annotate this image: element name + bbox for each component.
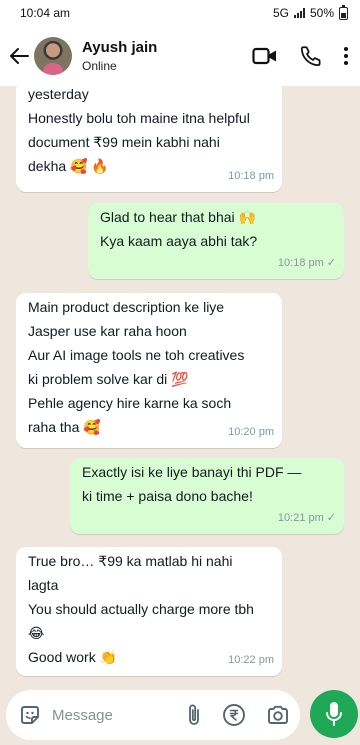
message-line: You should actually charge more tbh [28, 601, 254, 617]
message-line: lagta [28, 577, 59, 593]
read-check-icon: ✓ [326, 512, 336, 524]
message-line: yesterday [28, 86, 89, 102]
message-line: Main product description ke liye [28, 299, 225, 315]
more-icon[interactable] [344, 46, 348, 66]
message-time: 10:22 pm [228, 654, 274, 666]
message-bubble[interactable]: True bro… ₹99 ka matlab hi nahi lagta Yo… [16, 547, 282, 676]
message-line: document ₹99 mein kabhi nahi [28, 134, 220, 150]
mic-icon [326, 702, 342, 726]
sticker-icon[interactable] [18, 703, 42, 727]
battery-label: 50% [309, 6, 334, 20]
signal-icon [293, 8, 305, 18]
message-bubble[interactable]: Glad to hear that bhai 🙌 Kya kaam aaya a… [88, 203, 344, 279]
contact-status: Online [82, 59, 117, 73]
status-indicators: 5G 50% [272, 4, 348, 20]
message-meta: 10:21 pm ✓ [278, 506, 336, 530]
message-line: Glad to hear that bhai 🙌 [100, 209, 256, 225]
message-time: 10:20 pm [228, 426, 274, 438]
composer-actions [186, 703, 290, 727]
message-list: yesterday Honestly bolu toh maine itna h… [0, 86, 360, 681]
attach-icon[interactable] [186, 703, 202, 727]
message-placeholder[interactable]: Message [52, 707, 186, 724]
message-line: Jasper use kar raha hoon [28, 323, 187, 339]
message-input[interactable]: Message [6, 690, 300, 740]
back-arrow-icon[interactable] [8, 41, 30, 71]
message-time: 10:18 pm [277, 257, 324, 269]
message-line: 😂 [28, 625, 45, 641]
message-line: Exactly isi ke liye banayi thi PDF — [82, 464, 302, 480]
message-bubble[interactable]: Exactly isi ke liye banayi thi PDF — ki … [70, 458, 344, 534]
message-meta: 10:18 pm [228, 164, 274, 188]
message-time: 10:18 pm [228, 170, 274, 182]
status-time: 10:04 am [20, 6, 71, 20]
message-meta: 10:20 pm [228, 420, 274, 444]
message-line: True bro… ₹99 ka matlab hi nahi [28, 553, 233, 569]
header-actions [252, 45, 348, 67]
message-time: 10:21 pm [277, 512, 324, 524]
message-line: ki problem solve kar di 💯 [28, 371, 189, 387]
message-bubble[interactable]: Main product description ke liye Jasper … [16, 293, 282, 448]
phone-icon[interactable] [300, 45, 322, 67]
message-line: Honestly bolu toh maine itna helpful [28, 110, 250, 126]
message-line: Aur AI image tools ne toh creatives [28, 347, 245, 363]
composer: Message [0, 681, 360, 745]
message-line: Pehle agency hire karne ka soch [28, 395, 232, 411]
battery-icon [339, 4, 348, 20]
video-call-icon[interactable] [252, 46, 278, 66]
message-meta: 10:18 pm ✓ [278, 251, 336, 275]
camera-icon[interactable] [266, 704, 290, 726]
rupee-icon[interactable] [222, 703, 246, 727]
contact-info[interactable]: Ayush jain Online [82, 39, 252, 73]
network-label: 5G [272, 6, 289, 20]
avatar[interactable] [34, 37, 72, 75]
contact-name: Ayush jain [82, 39, 158, 56]
chat-header: Ayush jain Online [0, 26, 360, 86]
message-line: Kya kaam aaya abhi tak? [100, 233, 258, 249]
read-check-icon: ✓ [326, 257, 336, 269]
message-bubble[interactable]: yesterday Honestly bolu toh maine itna h… [16, 86, 282, 192]
status-bar: 10:04 am 5G 50% [0, 0, 360, 26]
message-meta: 10:22 pm [228, 648, 274, 672]
message-line: ki time + paisa dono bache! [82, 488, 253, 504]
mic-button[interactable] [310, 690, 358, 738]
